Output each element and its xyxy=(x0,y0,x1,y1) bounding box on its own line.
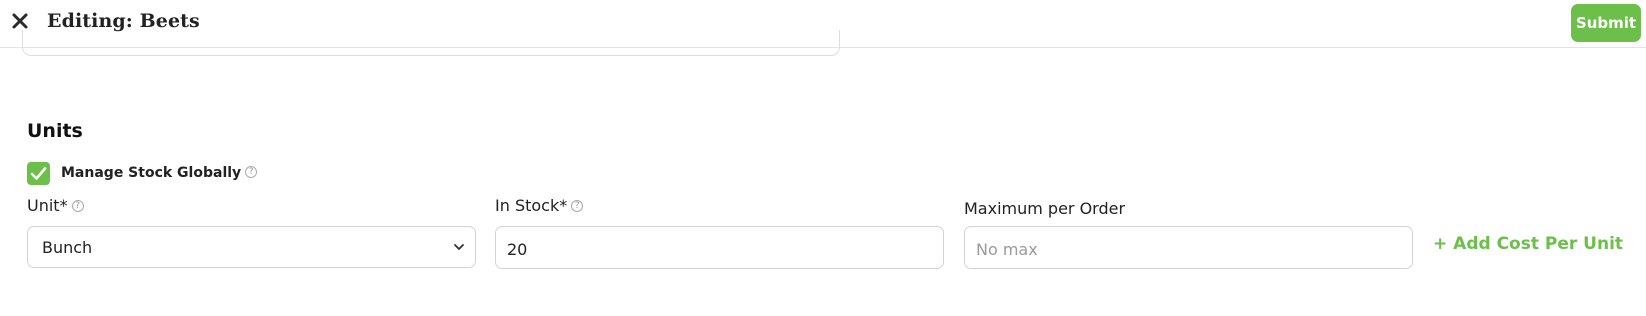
in-stock-value: 20 xyxy=(507,240,528,259)
in-stock-label-text: In Stock* xyxy=(495,196,568,215)
in-stock-label: In Stock*? xyxy=(495,196,584,215)
unit-select-value: Bunch xyxy=(42,238,93,257)
section-title-units: Units xyxy=(27,120,83,142)
manage-stock-checkbox[interactable] xyxy=(27,162,50,185)
help-icon[interactable]: ? xyxy=(71,199,84,212)
submit-button[interactable]: Submit xyxy=(1571,4,1641,42)
checkmark-icon xyxy=(30,167,47,180)
unit-label: Unit*? xyxy=(27,196,84,215)
help-icon[interactable]: ? xyxy=(245,166,258,178)
page-title: Editing: Beets xyxy=(47,10,200,32)
max-per-order-label: Maximum per Order xyxy=(964,199,1126,218)
chevron-down-icon xyxy=(454,244,464,250)
add-cost-per-unit-link[interactable]: + Add Cost Per Unit xyxy=(1433,234,1623,254)
unit-select[interactable]: Bunch xyxy=(27,226,476,268)
manage-stock-label: Manage Stock Globally? xyxy=(61,165,258,181)
max-per-order-input[interactable]: No max xyxy=(964,226,1413,269)
max-per-order-placeholder: No max xyxy=(976,240,1038,259)
in-stock-input[interactable]: 20 xyxy=(495,226,944,269)
manage-stock-label-text: Manage Stock Globally xyxy=(61,165,242,181)
previous-field-partial xyxy=(22,30,840,56)
help-icon[interactable]: ? xyxy=(571,199,584,212)
unit-label-text: Unit* xyxy=(27,196,68,215)
